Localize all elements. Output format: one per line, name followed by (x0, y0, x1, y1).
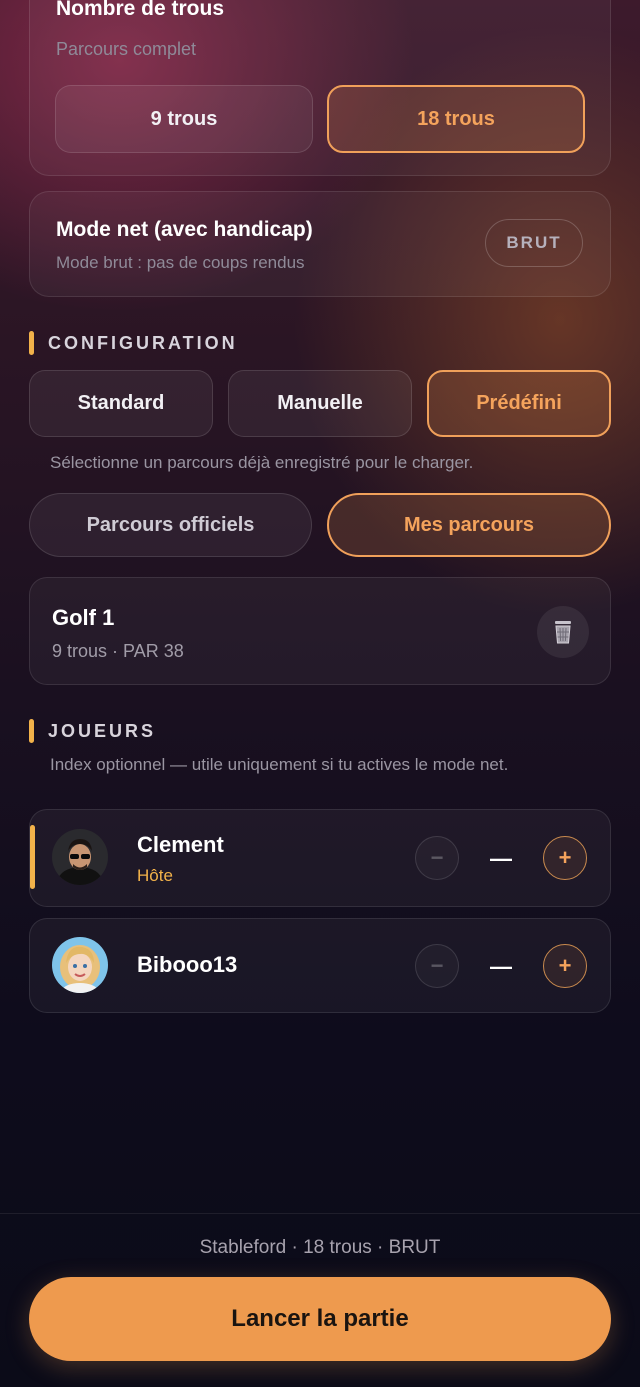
official-courses-tab[interactable]: Parcours officiels (29, 493, 312, 557)
net-mode-subtitle: Mode brut : pas de coups rendus (56, 253, 305, 272)
players-section-marker (29, 719, 34, 743)
player-index-value: — (490, 954, 512, 979)
course-name: Golf 1 (52, 605, 115, 630)
course-details: 9 trous · PAR 38 (52, 641, 184, 661)
nine-holes-button[interactable]: 9 trous (55, 85, 313, 153)
net-mode-title: Mode net (avec handicap) (56, 218, 313, 241)
configuration-section-marker (29, 331, 34, 355)
players-label: JOUEURS (48, 721, 157, 741)
my-courses-tab[interactable]: Mes parcours (327, 493, 611, 557)
player-name: Bibooo13 (137, 952, 238, 977)
increase-index-button[interactable]: + (543, 944, 587, 988)
decrease-index-button[interactable]: − (415, 836, 459, 880)
configuration-label: CONFIGURATION (48, 333, 238, 353)
decrease-index-button[interactable]: − (415, 944, 459, 988)
footer-divider (0, 1213, 640, 1214)
player-index-value: — (490, 846, 512, 871)
trash-icon (555, 621, 571, 644)
holes-title: Nombre de trous (56, 0, 225, 20)
config-manuelle-button[interactable]: Manuelle (228, 370, 412, 437)
config-predefini-button[interactable]: Prédéfini (427, 370, 611, 437)
players-hint: Index optionnel — utile uniquement si tu… (50, 755, 509, 774)
avatar (52, 937, 108, 993)
brut-toggle[interactable]: BRUT (485, 219, 583, 267)
increase-index-button[interactable]: + (543, 836, 587, 880)
launch-game-button[interactable]: Lancer la partie (29, 1277, 611, 1361)
eighteen-holes-button[interactable]: 18 trous (327, 85, 585, 153)
player-name: Clement (137, 832, 224, 857)
game-summary: Stableford · 18 trous · BRUT (199, 1237, 441, 1258)
delete-course-button[interactable] (537, 606, 589, 658)
config-standard-button[interactable]: Standard (29, 370, 213, 437)
host-indicator (30, 825, 35, 889)
avatar (52, 829, 108, 885)
holes-subtitle: Parcours complet (56, 39, 197, 59)
host-badge: Hôte (137, 866, 173, 885)
configuration-hint: Sélectionne un parcours déjà enregistré … (50, 453, 474, 472)
net-mode-card: Mode net (avec handicap) Mode brut : pas… (29, 191, 611, 297)
course-card[interactable]: Golf 1 9 trous · PAR 38 (29, 577, 611, 685)
